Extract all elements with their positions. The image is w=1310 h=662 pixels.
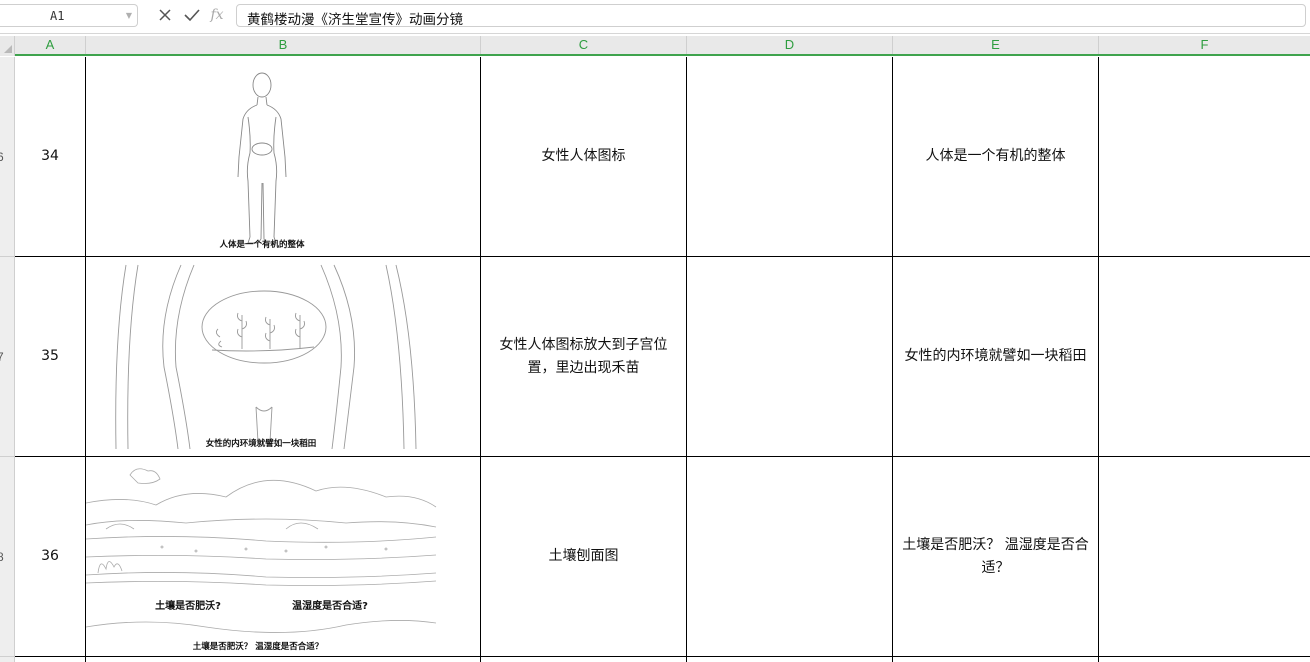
soil-profile-sketch: 土壤是否肥沃? 温湿度是否合适? 土壤是否肥沃？ 温湿度是否合适？ [86,468,437,652]
image-label-right: 温湿度是否合适? [292,599,368,612]
image-caption: 人体是一个有机的整体 [219,239,305,250]
formula-bar: A1 ▼ fx 黄鹤楼动漫《济生堂宣传》动画分镜 [0,0,1310,34]
cell-b6-storyboard-image[interactable]: 人体是一个有机的整体 [86,57,481,257]
column-header-c[interactable]: C [481,36,687,54]
cell-c9[interactable] [481,657,687,662]
function-label: fx [210,7,224,23]
cell-b9[interactable] [86,657,481,662]
sheet-grid: 34 人体是一个有机的整体 女性人体图标 人体是一个有机的整体 35 女性的内环… [15,57,1310,662]
cell-e6[interactable]: 人体是一个有机的整体 [893,57,1099,257]
insert-function-icon[interactable]: fx [207,5,227,25]
uterus-rice-field-sketch: 女性的内环境就譬如一块稻田 [115,264,417,450]
row-header-7[interactable]: 7 [0,257,15,457]
cell-b8-storyboard-image[interactable]: 土壤是否肥沃? 温湿度是否合适? 土壤是否肥沃？ 温湿度是否合适？ [86,457,481,657]
cell-f6[interactable] [1099,57,1310,257]
cell-e8[interactable]: 土壤是否肥沃？ 温湿度是否合适？ [893,457,1099,657]
cell-e7[interactable]: 女性的内环境就譬如一块稻田 [893,257,1099,457]
cell-c8[interactable]: 土壤刨面图 [481,457,687,657]
cell-d6[interactable] [687,57,893,257]
column-header-d[interactable]: D [687,36,893,54]
image-caption: 女性的内环境就譬如一块稻田 [206,438,317,449]
image-label-left: 土壤是否肥沃? [155,599,221,612]
cell-b7-storyboard-image[interactable]: 女性的内环境就譬如一块稻田 [86,257,481,457]
female-body-sketch: 人体是一个有机的整体 [219,72,305,250]
close-icon[interactable] [155,5,175,25]
column-headers: A B C D E F [15,36,1310,56]
cell-d9[interactable] [687,657,893,662]
cell-a8[interactable]: 36 [15,457,86,657]
cell-d7[interactable] [687,257,893,457]
row-header-8[interactable]: 8 [0,457,15,657]
name-box[interactable]: A1 ▼ [0,4,138,27]
cell-a6[interactable]: 34 [15,57,86,257]
row-headers: 6 7 8 [0,57,15,662]
column-header-e[interactable]: E [893,36,1099,54]
cell-f8[interactable] [1099,457,1310,657]
select-all-corner[interactable] [0,36,15,56]
column-header-a[interactable]: A [15,36,86,54]
chevron-down-icon[interactable]: ▼ [126,11,132,20]
formula-value: 黄鹤楼动漫《济生堂宣传》动画分镜 [247,12,463,28]
cell-a9[interactable] [15,657,86,662]
cell-a7[interactable]: 35 [15,257,86,457]
cell-d8[interactable] [687,457,893,657]
cell-c7[interactable]: 女性人体图标放大到子宫位置，里边出现禾苗 [481,257,687,457]
column-header-f[interactable]: F [1099,36,1310,54]
cell-c6[interactable]: 女性人体图标 [481,57,687,257]
image-caption: 土壤是否肥沃？ 温湿度是否合适？ [193,641,323,652]
cell-f7[interactable] [1099,257,1310,457]
column-header-b[interactable]: B [86,36,481,54]
cell-e9[interactable] [893,657,1099,662]
name-box-value: A1 [50,9,65,23]
check-icon[interactable] [182,5,202,25]
formula-input[interactable]: 黄鹤楼动漫《济生堂宣传》动画分镜 [236,4,1306,28]
row-header-6[interactable]: 6 [0,57,15,257]
cell-f9[interactable] [1099,657,1310,662]
